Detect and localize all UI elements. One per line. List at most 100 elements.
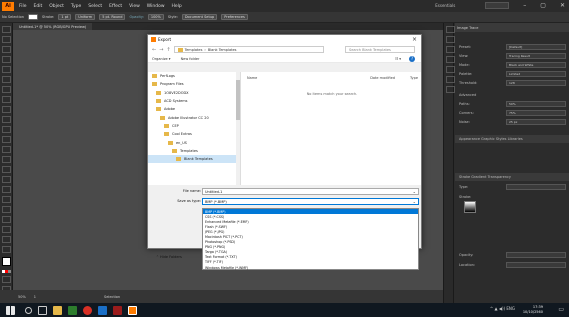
advanced-toggle[interactable]: Advanced bbox=[455, 91, 569, 99]
uniform-select[interactable]: Uniform bbox=[75, 14, 96, 20]
close-icon[interactable]: ✕ bbox=[560, 2, 565, 9]
stock-search-input[interactable] bbox=[485, 2, 510, 9]
save-type-select[interactable]: BMP (*.BMP) ⌄ bbox=[202, 198, 419, 205]
brushes-panel-icon[interactable] bbox=[446, 46, 455, 53]
file-name-input[interactable]: Untitled-1 ⌄ bbox=[202, 188, 419, 195]
view-options-icon[interactable]: ☷ ▾ bbox=[395, 57, 401, 61]
graph-tool-icon[interactable] bbox=[2, 216, 11, 223]
task-view-icon[interactable] bbox=[38, 305, 47, 315]
swatches-panel-icon[interactable] bbox=[446, 36, 455, 43]
menu-help[interactable]: Help bbox=[172, 4, 182, 9]
tree-item[interactable]: Templates bbox=[148, 147, 240, 155]
tree-item[interactable]: Adobe bbox=[148, 105, 240, 113]
threshold-slider[interactable]: 128 bbox=[506, 80, 566, 86]
chevron-down-icon[interactable]: ⌄ bbox=[413, 189, 416, 194]
draw-mode-icon[interactable] bbox=[2, 276, 11, 283]
stroke-weight-field[interactable]: 1 pt bbox=[58, 14, 72, 20]
tree-item[interactable]: 1O8VE2DODX bbox=[148, 89, 240, 97]
tree-item[interactable]: CEP bbox=[148, 122, 240, 130]
new-folder-button[interactable]: New folder bbox=[181, 57, 200, 61]
option-wmf[interactable]: Windows Metafile (*.WMF) bbox=[203, 265, 418, 270]
eyedropper-tool-icon[interactable] bbox=[2, 186, 11, 193]
rotate-tool-icon[interactable] bbox=[2, 116, 11, 123]
menu-view[interactable]: View bbox=[129, 4, 140, 9]
tree-item[interactable]: Program Files bbox=[148, 80, 240, 88]
scale-tool-icon[interactable] bbox=[2, 126, 11, 133]
clock[interactable]: 17:39 10/10/2560 bbox=[523, 305, 543, 314]
paths-slider[interactable]: 50% bbox=[506, 101, 566, 107]
pencil-tool-icon[interactable] bbox=[2, 106, 11, 113]
up-icon[interactable]: ↑ bbox=[166, 47, 170, 53]
perspective-tool-icon[interactable] bbox=[2, 156, 11, 163]
selection-tool-icon[interactable] bbox=[2, 26, 11, 33]
column-name[interactable]: Name bbox=[243, 76, 353, 80]
paintbrush-tool-icon[interactable] bbox=[2, 96, 11, 103]
layers-panel-icon[interactable] bbox=[446, 66, 455, 73]
notification-icon[interactable]: ▭ bbox=[558, 306, 564, 313]
symbols-panel-icon[interactable] bbox=[446, 56, 455, 63]
illustrator-taskbar-icon[interactable] bbox=[128, 305, 137, 315]
menu-select[interactable]: Select bbox=[88, 4, 102, 9]
gradient-opacity-field[interactable] bbox=[506, 252, 566, 258]
tree-item[interactable]: ACD Systems bbox=[148, 97, 240, 105]
zoom-tool-icon[interactable] bbox=[2, 246, 11, 253]
minimize-icon[interactable]: – bbox=[523, 2, 526, 9]
tree-item-selected[interactable]: Blank Templates bbox=[148, 154, 240, 164]
stroke-gradient-tabs[interactable]: Stroke Gradient Transparency bbox=[455, 173, 569, 181]
search-icon[interactable] bbox=[25, 306, 32, 314]
organize-button[interactable]: Organize ▾ bbox=[152, 57, 171, 61]
breadcrumb[interactable]: Templates › Blank Templates bbox=[173, 46, 324, 53]
store-icon[interactable] bbox=[68, 305, 77, 315]
gradient-tool-icon[interactable] bbox=[2, 176, 11, 183]
trace-preset-buttons[interactable] bbox=[455, 35, 569, 43]
system-tray[interactable]: ^ ▲ ◀)) ENG bbox=[490, 306, 515, 311]
align-panel-icon[interactable] bbox=[446, 76, 455, 83]
fill-swatch[interactable] bbox=[28, 14, 39, 20]
zoom-level[interactable]: 50% bbox=[18, 295, 26, 299]
direct-selection-tool-icon[interactable] bbox=[2, 36, 11, 43]
doc-setup-button[interactable]: Document Setup bbox=[181, 14, 218, 20]
rectangle-tool-icon[interactable] bbox=[2, 86, 11, 93]
tab-untitled-1[interactable]: Untitled-1* @ 50% (RGB/GPU Preview) bbox=[13, 23, 93, 30]
column-type[interactable]: Type bbox=[395, 76, 421, 80]
gradient-type-select[interactable] bbox=[506, 184, 566, 190]
shape-builder-tool-icon[interactable] bbox=[2, 146, 11, 153]
mesh-tool-icon[interactable] bbox=[2, 166, 11, 173]
fill-stroke-swatches[interactable] bbox=[2, 257, 11, 266]
scrollbar-thumb[interactable] bbox=[236, 80, 240, 120]
tree-item[interactable]: Adobe Illustrator CC 20 bbox=[148, 113, 240, 121]
gradient-preview[interactable] bbox=[464, 201, 476, 213]
blend-tool-icon[interactable] bbox=[2, 196, 11, 203]
back-icon[interactable]: ← bbox=[152, 47, 156, 53]
photoshop-taskbar-icon[interactable] bbox=[113, 305, 122, 315]
windows-start-icon[interactable] bbox=[6, 305, 15, 315]
file-explorer-icon[interactable] bbox=[53, 305, 62, 315]
tree-item[interactable]: Cool Extras bbox=[148, 130, 240, 138]
menu-type[interactable]: Type bbox=[71, 4, 81, 9]
forward-icon[interactable]: → bbox=[159, 47, 163, 53]
color-mode-icons[interactable] bbox=[2, 270, 11, 273]
tree-scrollbar[interactable] bbox=[236, 72, 240, 185]
pen-tool-icon[interactable] bbox=[2, 56, 11, 63]
hide-folders-button[interactable]: ⌃ Hide Folders bbox=[156, 255, 182, 259]
menu-edit[interactable]: Edit bbox=[34, 4, 43, 9]
corners-slider[interactable]: 75% bbox=[506, 110, 566, 116]
width-tool-icon[interactable] bbox=[2, 136, 11, 143]
help-icon[interactable]: ? bbox=[409, 55, 415, 62]
mode-select[interactable]: Black and White bbox=[506, 62, 566, 68]
column-date[interactable]: Date modified bbox=[353, 76, 395, 80]
artboard-number[interactable]: 1 bbox=[34, 295, 36, 299]
line-tool-icon[interactable] bbox=[2, 76, 11, 83]
workspace-switcher[interactable]: Essentials bbox=[435, 3, 455, 8]
menu-effect[interactable]: Effect bbox=[109, 4, 122, 9]
dialog-close-icon[interactable]: × bbox=[412, 36, 417, 43]
palette-select[interactable]: Limited bbox=[506, 71, 566, 77]
chevron-down-icon[interactable]: ⌄ bbox=[413, 199, 416, 204]
opacity-field[interactable]: 100% bbox=[147, 14, 164, 20]
view-select[interactable]: Tracing Result bbox=[506, 53, 566, 59]
gradient-location-field[interactable] bbox=[506, 262, 566, 268]
appearance-tabs[interactable]: Appearance Graphic Styles Libraries bbox=[455, 135, 569, 143]
menu-object[interactable]: Object bbox=[49, 4, 64, 9]
mail-icon[interactable] bbox=[98, 305, 107, 315]
magic-wand-tool-icon[interactable] bbox=[2, 46, 11, 53]
